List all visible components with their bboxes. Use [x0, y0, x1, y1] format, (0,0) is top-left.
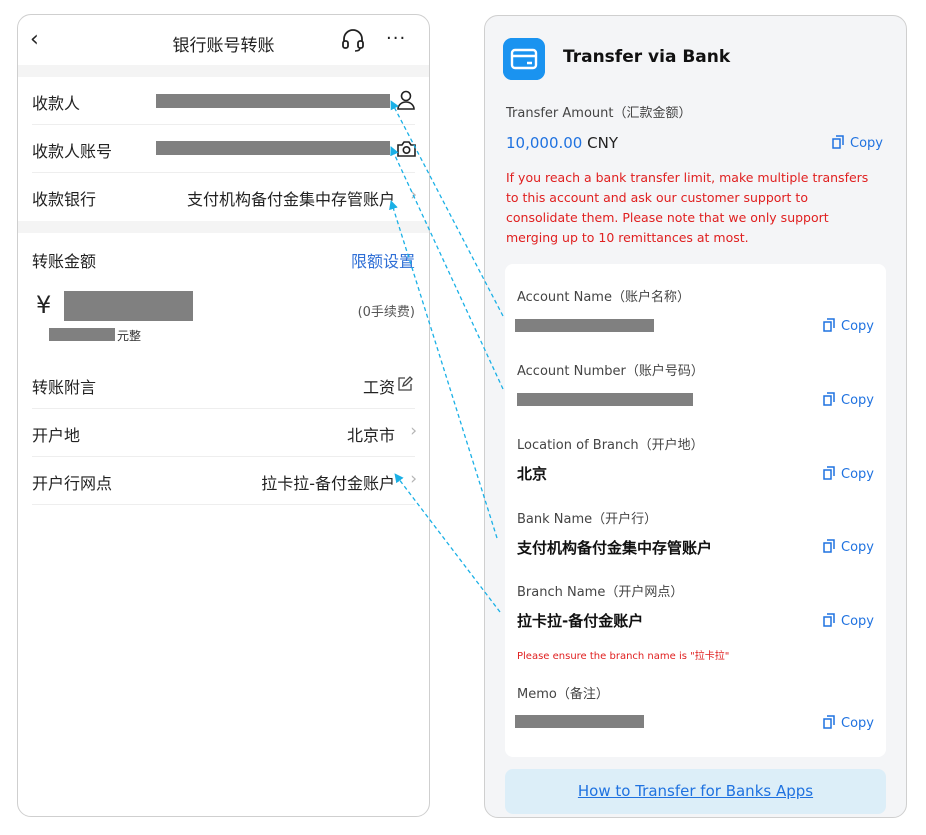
account-details: Account Name（账户名称） Copy Account Number（账…: [505, 264, 886, 757]
copy-icon: [823, 318, 835, 332]
amount-input-row[interactable]: ¥ (0手续费) 元整: [18, 283, 429, 355]
redacted-memo: [515, 715, 644, 728]
copy-icon: [823, 539, 835, 553]
account-location-label: 开户地: [32, 426, 81, 445]
copy-account-name-button[interactable]: Copy: [823, 318, 874, 334]
branch-value: 拉卡拉-备付金账户: [261, 474, 395, 493]
branch-name-label: Branch Name（开户网点）: [517, 585, 684, 600]
copy-label: Copy: [841, 540, 874, 555]
card-title: Transfer via Bank: [563, 47, 731, 67]
branch-location-value: 北京: [517, 465, 548, 483]
redacted-account-name: [515, 319, 654, 332]
headset-icon[interactable]: [340, 27, 366, 53]
payee-bank-value: 支付机构备付金集中存管账户: [186, 190, 395, 209]
bank-app-transfer-screen: ‹ 银行账号转账 ··· 收款人 收款人账号 收款银行 支付机构备付金集中存管账…: [17, 14, 430, 817]
camera-icon[interactable]: [396, 139, 417, 158]
amount-value: 10,000.00: [506, 134, 583, 152]
copy-bank-name-button[interactable]: Copy: [823, 539, 874, 555]
copy-account-number-button[interactable]: Copy: [823, 392, 874, 408]
redacted-amount-words: [49, 328, 115, 341]
memo-row[interactable]: 转账附言 工资: [18, 361, 429, 409]
account-number-label: Account Number（账户号码）: [517, 364, 704, 379]
account-location-value: 北京市: [346, 426, 395, 445]
copy-location-button[interactable]: Copy: [823, 466, 874, 482]
more-icon[interactable]: ···: [386, 28, 406, 49]
copy-icon: [832, 135, 844, 149]
bank-name-value: 支付机构备付金集中存管账户: [517, 539, 713, 557]
copy-icon: [823, 466, 835, 480]
branch-label: 开户行网点: [32, 474, 113, 493]
payee-row[interactable]: 收款人: [18, 77, 429, 125]
amount-words-suffix: 元整: [117, 329, 142, 343]
how-to-transfer-button[interactable]: How to Transfer for Banks Apps: [505, 769, 886, 814]
transfer-amount-label: Transfer Amount（汇款金额）: [506, 106, 692, 121]
copy-label: Copy: [841, 393, 874, 408]
account-name-label: Account Name（账户名称）: [517, 290, 690, 305]
amount-currency: CNY: [587, 134, 618, 152]
app-header: ‹ 银行账号转账 ···: [18, 15, 429, 67]
payee-account-label: 收款人账号: [32, 142, 113, 161]
copy-branch-name-button[interactable]: Copy: [823, 613, 874, 629]
redacted-payee-name: [156, 94, 390, 108]
branch-row[interactable]: 开户行网点 拉卡拉-备付金账户 ›: [18, 457, 429, 505]
copy-icon: [823, 392, 835, 406]
memo-value: 工资: [362, 378, 395, 397]
how-to-transfer-link[interactable]: How to Transfer for Banks Apps: [505, 782, 886, 800]
copy-label: Copy: [841, 319, 874, 334]
limit-settings-link[interactable]: 限额设置: [351, 248, 415, 272]
payee-label: 收款人: [32, 94, 81, 113]
memo-label: 转账附言: [32, 378, 97, 397]
redacted-amount: [64, 291, 193, 321]
transfer-limit-warning: If you reach a bank transfer limit, make…: [506, 170, 869, 245]
divider: [32, 504, 415, 505]
memo-label: Memo（备注）: [517, 687, 609, 702]
chevron-right-icon: ›: [410, 469, 417, 489]
redacted-account-number: [156, 141, 390, 155]
page-title: 银行账号转账: [172, 36, 275, 56]
currency-symbol: ¥: [36, 291, 52, 319]
branch-name-value: 拉卡拉-备付金账户: [517, 612, 644, 630]
edit-icon[interactable]: [398, 376, 413, 391]
section-gap: [18, 221, 429, 233]
payee-account-row[interactable]: 收款人账号: [18, 125, 429, 173]
amount-label: 转账金额: [32, 252, 97, 271]
copy-label: Copy: [850, 136, 883, 151]
copy-label: Copy: [841, 467, 874, 482]
section-gap: [18, 65, 429, 77]
copy-icon: [823, 613, 835, 627]
branch-location-label: Location of Branch（开户地）: [517, 438, 704, 453]
chevron-right-icon: ›: [410, 185, 417, 205]
redacted-account-number: [517, 393, 693, 406]
branch-name-note: Please ensure the branch name is "拉卡拉": [517, 651, 730, 662]
fee-text: (0手续费): [357, 305, 415, 320]
copy-icon: [823, 715, 835, 729]
amount-header-row: 转账金额 限额设置: [18, 235, 429, 283]
bank-name-label: Bank Name（开户行）: [517, 512, 658, 527]
transfer-instructions-card: Transfer via Bank Transfer Amount（汇款金额） …: [484, 15, 907, 818]
transfer-amount: 10,000.00 CNY: [506, 134, 618, 152]
copy-label: Copy: [841, 716, 874, 731]
account-location-row[interactable]: 开户地 北京市 ›: [18, 409, 429, 457]
copy-memo-button[interactable]: Copy: [823, 715, 874, 731]
payee-bank-row[interactable]: 收款银行 支付机构备付金集中存管账户 ›: [18, 173, 429, 221]
copy-label: Copy: [841, 614, 874, 629]
chevron-right-icon: ›: [410, 421, 417, 441]
person-icon[interactable]: [396, 89, 416, 111]
bank-card-icon: [503, 38, 545, 80]
payee-bank-label: 收款银行: [32, 190, 97, 209]
copy-amount-button[interactable]: Copy: [832, 135, 883, 151]
